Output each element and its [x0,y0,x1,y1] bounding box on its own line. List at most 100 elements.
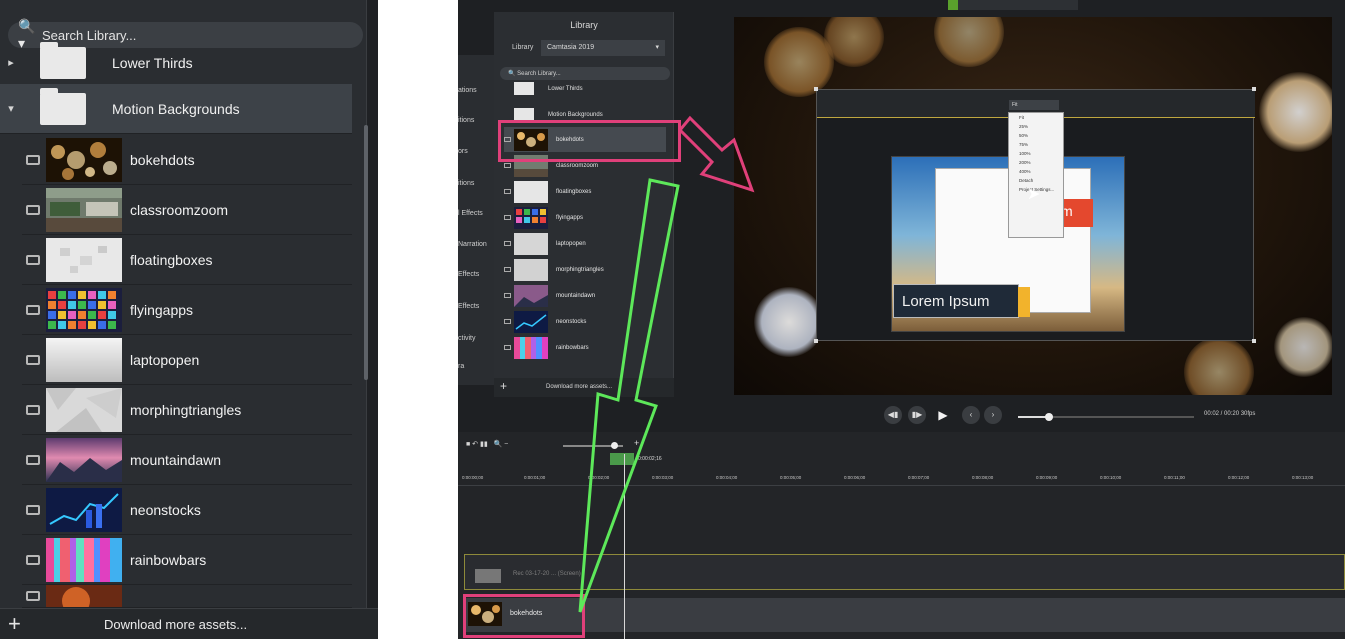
step-forward-icon[interactable]: ▮▶ [908,406,926,424]
zoom-option[interactable]: 400% [1009,167,1063,176]
zoom-dropdown-menu[interactable]: Fit 25% 50% 75% 100% 200% 400% Detach Pr… [1008,112,1064,238]
sidebar-item[interactable]: ra [458,363,464,370]
media-type-icon [26,504,40,515]
resize-handle[interactable] [1252,339,1256,343]
lorem-ipsum-lower-third[interactable]: Lorem Ipsum [893,284,1030,318]
media-type-icon [504,319,511,324]
previous-icon[interactable]: ‹ [962,406,980,424]
folder-row-motion-backgrounds[interactable]: ▾ Motion Backgrounds [0,84,352,134]
thumbnail-morphingtriangles [514,258,548,281]
library-panel: Library Library Camtasia 2019 ▾ 🔍 Search… [494,12,674,397]
thumbnail-floatingboxes [46,237,122,282]
add-icon[interactable]: + [500,379,507,393]
item-label: bokehdots [130,151,195,168]
timeline-track-1[interactable]: Rec 03-17-20 ... (Screen) [464,554,1345,590]
zoom-option[interactable]: 200% [1009,158,1063,167]
folder-label: Lower Thirds [112,54,193,71]
playhead-line[interactable] [624,454,625,639]
zoom-handle[interactable] [611,442,618,449]
item-label: laptopopen [556,240,586,247]
item-label: mountaindawn [130,451,222,468]
list-item[interactable]: rainbowbars [22,535,352,585]
list-item[interactable]: laptopopen [504,231,666,256]
timeline-ruler[interactable]: 0:00:00;00 0:00:01;00 0:00:02;00 0:00:03… [458,470,1345,486]
sidebar-item[interactable]: l Effects [458,210,483,217]
resize-handle[interactable] [814,339,818,343]
folder-label: Motion Backgrounds [112,100,240,117]
ruler-label: 0:00:12;00 [1228,475,1250,480]
media-type-icon [504,241,511,246]
folder-label: Motion Backgrounds [548,111,603,118]
resize-handle[interactable] [1252,87,1256,91]
item-label: classroomzoom [556,162,599,169]
zoom-option[interactable]: 25% [1009,122,1063,131]
list-item[interactable]: morphingtriangles [22,385,352,435]
play-icon[interactable]: ▶ [932,404,954,426]
sidebar-item[interactable]: Narration [458,241,487,248]
sidebar-item[interactable]: itions [458,180,474,187]
thumbnail-classroomzoom [46,187,122,232]
library-title: Library [570,20,598,30]
zoom-select[interactable]: Fit [1009,100,1059,110]
thumbnail-neonstocks [46,487,122,532]
list-item[interactable]: floatingboxes [22,235,352,285]
step-back-icon[interactable]: ◀▮ [884,406,902,424]
folder-row-lower-thirds[interactable]: Lower Thirds [494,76,664,101]
sidebar-item[interactable]: Effects [458,271,479,278]
next-icon[interactable]: › [984,406,1002,424]
top-toolbar-strip [948,0,1078,10]
resize-handle[interactable] [814,87,818,91]
item-label: flyingapps [130,301,194,318]
chevron-down-icon[interactable]: ▾ [0,102,22,115]
list-item[interactable]: mountaindawn [504,283,666,308]
sidebar-item[interactable]: ors [458,148,468,155]
list-item[interactable]: floatingboxes [504,179,666,204]
timeline-tools[interactable]: ■ ↶ ▮▮ 🔍 − [466,440,508,448]
playhead-marker[interactable] [610,453,634,465]
playback-controls: ◀▮ ▮▶ ▶ ‹ › 00:02 / 00:20 30fps [734,398,1332,432]
list-item[interactable]: rainbowbars [504,335,666,360]
list-item[interactable]: flyingapps [22,285,352,335]
nested-recording-window: Fit m Fit 25% 50% 75% 100% 200% 400% Det… [816,89,1255,341]
sidebar-item[interactable]: itions [458,117,474,124]
list-item[interactable]: neonstocks [504,309,666,334]
list-item[interactable]: bokehdots [22,135,352,185]
zoom-option[interactable]: 50% [1009,131,1063,140]
download-more-assets-link[interactable]: Download more assets... [104,617,247,632]
timeline-zoom-slider[interactable] [563,442,623,449]
sidebar-item[interactable]: Effects [458,303,479,310]
chevron-right-icon[interactable]: ▸ [0,56,22,69]
scrubber[interactable] [1018,413,1194,421]
library-select[interactable]: Camtasia 2019 ▾ [541,40,665,56]
select-tool-icon[interactable] [948,0,958,10]
list-item[interactable]: laptopopen [22,335,352,385]
media-type-icon [26,204,40,215]
sidebar-item[interactable]: ctivity [458,335,476,342]
timeline-track-2[interactable]: bokehdots [464,598,1345,632]
media-type-icon [504,163,511,168]
item-label: rainbowbars [556,344,589,351]
ruler-label: 0:00:05;00 [780,475,802,480]
list-item[interactable]: classroomzoom [22,185,352,235]
folder-row-lower-thirds[interactable]: ▸ Lower Thirds [0,38,352,88]
preview-canvas[interactable]: Fit m Fit 25% 50% 75% 100% 200% 400% Det… [734,17,1332,395]
sidebar-item[interactable]: ations [458,87,477,94]
list-item[interactable]: flyingapps [504,205,666,230]
zoom-in-icon[interactable]: + [634,438,639,448]
highlight-box-library-item [498,120,681,162]
library-scrollbar-thumb[interactable] [364,125,368,380]
library-select-label: Library [512,44,534,51]
scrubber-handle[interactable] [1045,413,1053,421]
zoom-option[interactable]: 100% [1009,149,1063,158]
download-more-assets-link[interactable]: Download more assets... [546,384,612,390]
list-item[interactable]: mountaindawn [22,435,352,485]
zoom-option[interactable]: Fit [1009,113,1063,122]
list-item[interactable]: morphingtriangles [504,257,666,282]
add-icon[interactable]: + [8,611,21,637]
thumbnail-rainbowbars [514,336,548,359]
list-item-partial[interactable] [22,585,352,608]
list-item[interactable]: neonstocks [22,485,352,535]
item-label: flyingapps [556,214,584,221]
timecode: 00:02 / 00:20 30fps [1204,411,1256,417]
zoom-option[interactable]: 75% [1009,140,1063,149]
